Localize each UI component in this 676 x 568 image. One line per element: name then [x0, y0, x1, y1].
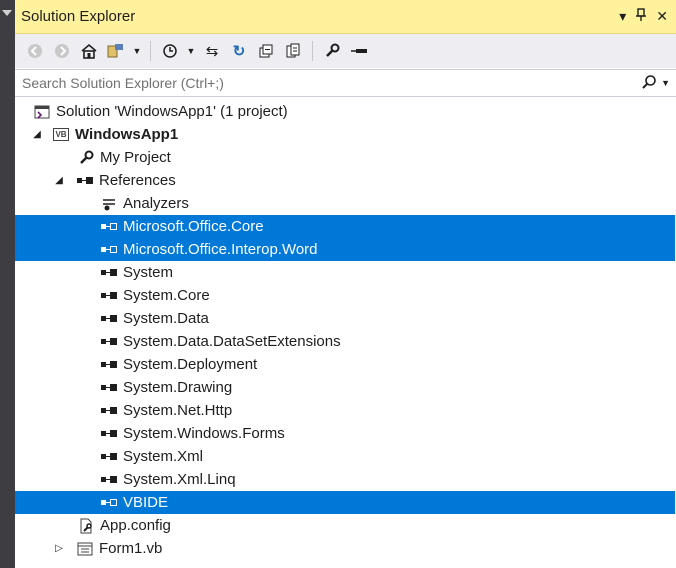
- assembly-reference-icon: [100, 449, 118, 465]
- reference-label: Microsoft.Office.Interop.Word: [123, 241, 318, 258]
- reference-label: System.Deployment: [123, 356, 258, 373]
- title-controls: ▾ ✕: [619, 8, 668, 25]
- analyzers-icon: [100, 196, 118, 212]
- solution-label: Solution 'WindowsApp1' (1 project): [56, 103, 288, 120]
- tree-row-reference[interactable]: System.Data: [15, 307, 675, 330]
- form1-label: Form1.vb: [99, 540, 163, 557]
- wrench-icon: [77, 150, 95, 166]
- assembly-reference-icon: [100, 334, 118, 350]
- tree-row-reference[interactable]: System.Xml.Linq: [15, 468, 675, 491]
- search-controls: ▼: [641, 74, 670, 93]
- refresh-icon[interactable]: ↻: [227, 39, 251, 63]
- tree-row-reference[interactable]: Microsoft.Office.Interop.Word: [15, 238, 675, 261]
- home-icon[interactable]: [77, 39, 101, 63]
- reference-label: System.Data.DataSetExtensions: [123, 333, 341, 350]
- forward-icon[interactable]: [50, 39, 74, 63]
- panel-title: Solution Explorer: [21, 8, 136, 25]
- assembly-reference-icon: [100, 495, 118, 511]
- assembly-reference-icon: [100, 403, 118, 419]
- tree-row-reference[interactable]: VBIDE: [15, 491, 675, 514]
- assembly-reference-icon: [100, 426, 118, 442]
- switch-views-dropdown-icon[interactable]: ▼: [131, 39, 143, 63]
- pending-changes-filter-icon[interactable]: [158, 39, 182, 63]
- tree-row-app-config[interactable]: App.config: [15, 514, 675, 537]
- reference-label: System.Windows.Forms: [123, 425, 285, 442]
- preview-selected-items-icon[interactable]: [347, 39, 371, 63]
- config-file-icon: [77, 518, 95, 534]
- tree-row-solution[interactable]: Solution 'WindowsApp1' (1 project): [15, 100, 675, 123]
- form-file-icon: [76, 541, 94, 557]
- expanded-arrow-icon[interactable]: ◢: [30, 128, 44, 142]
- pin-icon[interactable]: [636, 8, 647, 25]
- reference-label: Analyzers: [123, 195, 189, 212]
- sync-with-document-icon[interactable]: ⇆: [200, 39, 224, 63]
- switch-views-icon[interactable]: [104, 39, 128, 63]
- assembly-reference-icon: [100, 357, 118, 373]
- vb-project-icon: VB: [52, 127, 70, 143]
- tree-row-reference[interactable]: System.Core: [15, 284, 675, 307]
- tree-row-reference[interactable]: System.Deployment: [15, 353, 675, 376]
- tree-row-reference[interactable]: System.Windows.Forms: [15, 422, 675, 445]
- toolbar-separator: [150, 41, 151, 61]
- reference-label: System.Net.Http: [123, 402, 233, 419]
- close-icon[interactable]: ✕: [656, 8, 668, 25]
- search-input[interactable]: [22, 75, 582, 91]
- assembly-reference-icon: [100, 242, 118, 258]
- solution-explorer-panel: Solution Explorer ▾ ✕ ▼ ▼ ⇆ ↻ Search Sol…: [14, 0, 676, 568]
- reference-label: System.Xml.Linq: [123, 471, 236, 488]
- search-icon[interactable]: [641, 74, 657, 93]
- solution-icon: [33, 104, 51, 120]
- tree-row-reference[interactable]: System: [15, 261, 675, 284]
- collapse-all-icon[interactable]: [254, 39, 278, 63]
- app-config-label: App.config: [100, 517, 171, 534]
- tree-row-reference[interactable]: System.Drawing: [15, 376, 675, 399]
- assembly-reference-icon: [100, 380, 118, 396]
- tree-row-reference[interactable]: System.Net.Http: [15, 399, 675, 422]
- my-project-label: My Project: [100, 149, 171, 166]
- reference-label: VBIDE: [123, 494, 169, 511]
- reference-label: System.Data: [123, 310, 209, 327]
- window-position-dropdown-icon[interactable]: ▾: [619, 8, 626, 25]
- search-options-dropdown-icon[interactable]: ▼: [661, 78, 670, 88]
- collapsed-arrow-icon[interactable]: ▷: [52, 542, 66, 556]
- tree-row-reference[interactable]: System.Data.DataSetExtensions: [15, 330, 675, 353]
- assembly-reference-icon: [100, 311, 118, 327]
- toolbar-separator: [312, 41, 313, 61]
- search-bar: ▼: [15, 69, 676, 97]
- properties-wrench-icon[interactable]: [320, 39, 344, 63]
- panel-toolbar: ▼ ▼ ⇆ ↻: [15, 34, 676, 68]
- tree-row-reference[interactable]: Microsoft.Office.Core: [15, 215, 675, 238]
- tree-row-reference[interactable]: System.Xml: [15, 445, 675, 468]
- reference-label: System.Core: [123, 287, 210, 304]
- show-all-files-icon[interactable]: [281, 39, 305, 63]
- reference-label: System: [123, 264, 174, 281]
- references-icon: [76, 173, 94, 189]
- tree-row-my-project[interactable]: My Project: [15, 146, 675, 169]
- solution-tree: Solution 'WindowsApp1' (1 project) ◢ VB …: [15, 100, 675, 560]
- project-label: WindowsApp1: [75, 126, 179, 143]
- reference-label: System.Xml: [123, 448, 204, 465]
- tree-row-form1[interactable]: ▷ Form1.vb: [15, 537, 675, 560]
- assembly-reference-icon: [100, 265, 118, 281]
- references-label: References: [99, 172, 176, 189]
- tree-row-project[interactable]: ◢ VB WindowsApp1: [15, 123, 675, 146]
- assembly-reference-icon: [100, 288, 118, 304]
- left-dock-strip: [0, 0, 14, 568]
- back-icon[interactable]: [23, 39, 47, 63]
- reference-label: System.Drawing: [123, 379, 233, 396]
- dock-arrow-icon[interactable]: [2, 10, 12, 16]
- reference-label: Microsoft.Office.Core: [123, 218, 264, 235]
- tree-row-references[interactable]: ◢ References: [15, 169, 675, 192]
- assembly-reference-icon: [100, 472, 118, 488]
- tree-row-reference[interactable]: Analyzers: [15, 192, 675, 215]
- expanded-arrow-icon[interactable]: ◢: [52, 174, 66, 188]
- panel-title-bar: Solution Explorer ▾ ✕: [15, 0, 676, 34]
- pending-changes-dropdown-icon[interactable]: ▼: [185, 39, 197, 63]
- assembly-reference-icon: [100, 219, 118, 235]
